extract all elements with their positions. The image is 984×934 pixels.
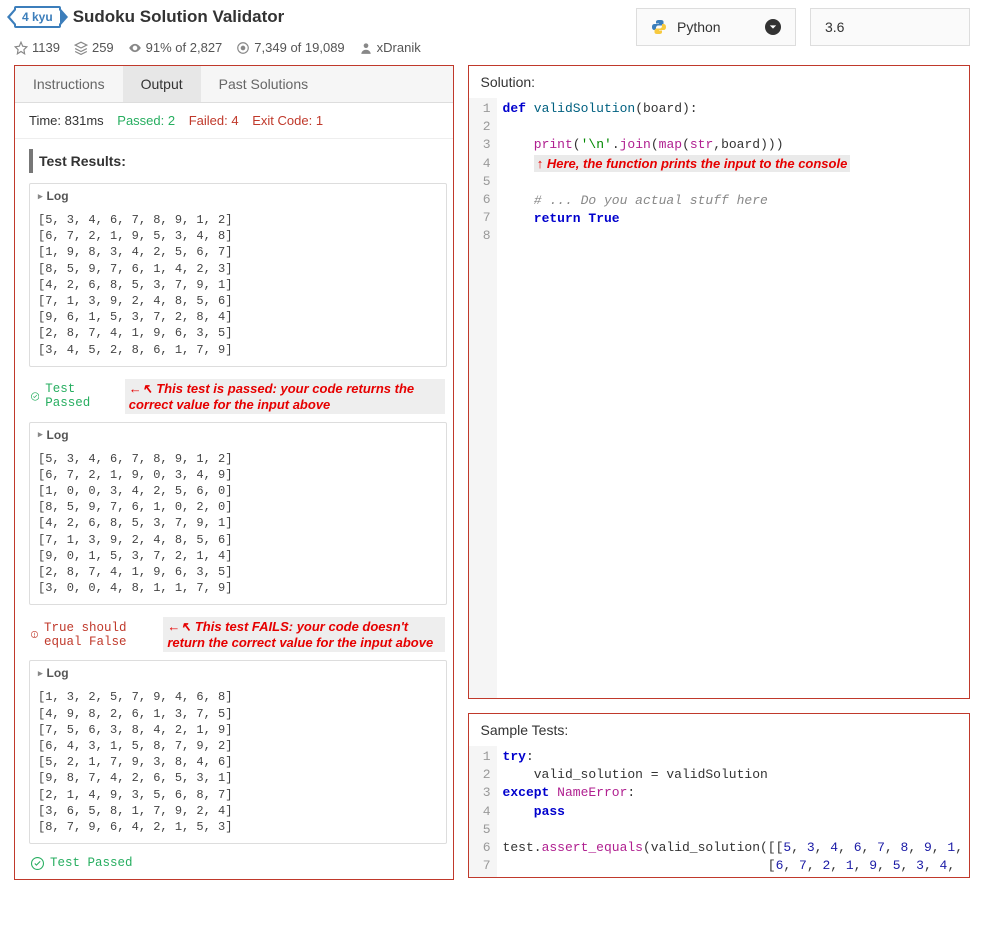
collections-stat[interactable]: 259 (74, 40, 114, 55)
eye-icon (128, 41, 142, 55)
test-fail: True should equal False ←↖ This test FAI… (29, 613, 447, 660)
summary-time: Time: 831ms (29, 113, 104, 128)
version-selector[interactable]: 3.6 (810, 8, 970, 46)
caret-down-icon (765, 19, 781, 35)
kata-header: 4 kyu Sudoku Solution Validator 1139 259… (0, 0, 984, 65)
solution-editor[interactable]: 12345678 def validSolution(board): print… (469, 98, 969, 698)
user-icon (359, 41, 373, 55)
check-icon (31, 390, 39, 403)
solution-panel: Solution: 12345678 def validSolution(boa… (468, 65, 970, 699)
log-block: Log [5, 3, 4, 6, 7, 8, 9, 1, 2] [6, 7, 2… (29, 183, 447, 367)
code-lines: def validSolution(board): print('\n'.joi… (497, 98, 969, 698)
completions-stat[interactable]: 7,349 of 19,089 (236, 40, 344, 55)
stats-row: 1139 259 91% of 2,827 7,349 of 19,089 xD… (14, 40, 421, 55)
log-block: Log [1, 3, 2, 5, 7, 9, 4, 6, 8] [4, 9, 8… (29, 660, 447, 844)
summary-passed: Passed: 2 (117, 113, 175, 128)
test-summary: Time: 831ms Passed: 2 Failed: 4 Exit Cod… (15, 103, 453, 139)
gutter: 1234567 (469, 746, 497, 877)
log-output: [5, 3, 4, 6, 7, 8, 9, 1, 2] [6, 7, 2, 1,… (30, 447, 446, 605)
log-toggle[interactable]: Log (30, 423, 446, 447)
log-output: [5, 3, 4, 6, 7, 8, 9, 1, 2] [6, 7, 2, 1,… (30, 208, 446, 366)
kata-title: Sudoku Solution Validator (73, 7, 285, 27)
satisfaction-stat[interactable]: 91% of 2,827 (128, 40, 223, 55)
log-toggle[interactable]: Log (30, 661, 446, 685)
annotation: ←↖ This test is passed: your code return… (125, 379, 445, 414)
author-stat[interactable]: xDranik (359, 40, 421, 55)
tests-editor[interactable]: 1234567 try: valid_solution = validSolut… (469, 746, 969, 877)
code-lines: try: valid_solution = validSolution exce… (497, 746, 969, 877)
output-panel: Instructions Output Past Solutions Time:… (14, 65, 454, 880)
error-icon (31, 628, 38, 641)
stars-stat[interactable]: 1139 (14, 40, 60, 55)
log-block: Log [5, 3, 4, 6, 7, 8, 9, 1, 2] [6, 7, 2… (29, 422, 447, 606)
layers-icon (74, 41, 88, 55)
tab-instructions[interactable]: Instructions (15, 66, 123, 102)
test-pass: Test Passed (29, 852, 447, 878)
gutter: 12345678 (469, 98, 497, 698)
check-icon (31, 857, 44, 870)
language-name: Python (677, 19, 721, 35)
target-icon (236, 41, 250, 55)
solution-title: Solution: (469, 66, 969, 98)
summary-exit: Exit Code: 1 (252, 113, 323, 128)
python-icon (651, 19, 667, 35)
tab-past-solutions[interactable]: Past Solutions (201, 66, 327, 102)
log-toggle[interactable]: Log (30, 184, 446, 208)
results-scroll[interactable]: Test Results: Log [5, 3, 4, 6, 7, 8, 9, … (15, 139, 453, 879)
test-pass: Test Passed ←↖ This test is passed: your… (29, 375, 447, 422)
language-selector[interactable]: Python (636, 8, 796, 46)
star-icon (14, 41, 28, 55)
log-output: [1, 3, 2, 5, 7, 9, 4, 6, 8] [4, 9, 8, 2,… (30, 685, 446, 843)
kyu-badge: 4 kyu (14, 6, 61, 28)
summary-failed: Failed: 4 (189, 113, 239, 128)
tab-bar: Instructions Output Past Solutions (15, 66, 453, 103)
version-name: 3.6 (825, 19, 844, 35)
tab-output[interactable]: Output (123, 66, 201, 102)
annotation: ←↖ This test FAILS: your code doesn't re… (163, 617, 444, 652)
tests-title: Sample Tests: (469, 714, 969, 746)
results-title: Test Results: (29, 149, 447, 173)
sample-tests-panel: Sample Tests: 1234567 try: valid_solutio… (468, 713, 970, 878)
annotation: ↑ Here, the function prints the input to… (534, 155, 851, 172)
